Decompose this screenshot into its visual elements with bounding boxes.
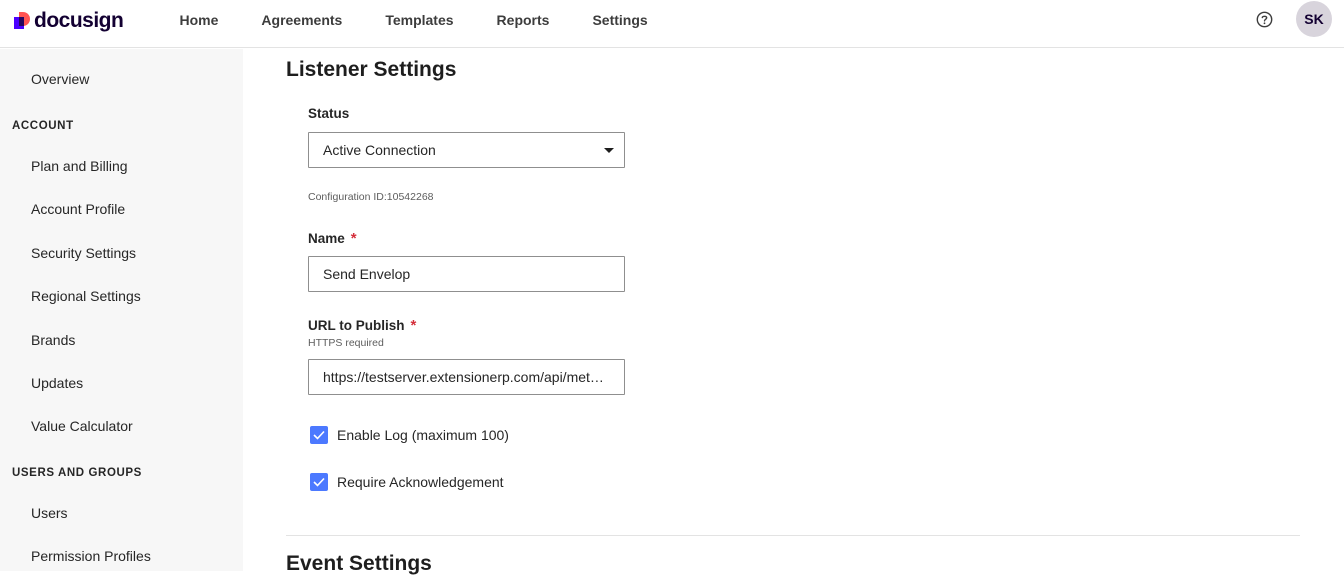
sidebar-heading-account: ACCOUNT: [12, 120, 74, 132]
configuration-id: Configuration ID:10542268: [308, 191, 434, 203]
sidebar-item-overview[interactable]: Overview: [31, 71, 89, 87]
enable-log-label: Enable Log (maximum 100): [337, 427, 509, 443]
top-navigation-bar: docusign Home Agreements Templates Repor…: [0, 0, 1344, 48]
require-ack-checkbox-row[interactable]: Require Acknowledgement: [310, 473, 504, 491]
url-label: URL to Publish *: [308, 317, 417, 334]
status-label: Status: [308, 106, 350, 121]
section-divider: [286, 535, 1300, 536]
status-select-value: Active Connection: [323, 142, 436, 158]
sidebar-item-value-calculator[interactable]: Value Calculator: [31, 418, 133, 434]
required-asterisk: *: [350, 230, 357, 247]
docusign-logo[interactable]: docusign: [14, 9, 124, 33]
nav-home[interactable]: Home: [158, 0, 240, 40]
sidebar-item-plan-and-billing[interactable]: Plan and Billing: [31, 158, 128, 174]
require-acknowledgement-label: Require Acknowledgement: [337, 474, 504, 490]
sidebar-item-brands[interactable]: Brands: [31, 332, 75, 348]
chevron-down-icon: [604, 148, 614, 153]
sidebar-item-account-profile[interactable]: Account Profile: [31, 201, 125, 217]
event-settings-title: Event Settings: [286, 552, 432, 575]
docusign-logo-icon: [14, 12, 32, 30]
sidebar-item-permission-profiles[interactable]: Permission Profiles: [31, 548, 151, 564]
help-circle-icon[interactable]: [1256, 11, 1273, 28]
main-nav: Home Agreements Templates Reports Settin…: [158, 0, 669, 40]
enable-log-checkbox[interactable]: [310, 426, 328, 444]
sidebar-item-security-settings[interactable]: Security Settings: [31, 245, 136, 261]
name-label: Name *: [308, 230, 357, 247]
page-title: Listener Settings: [286, 58, 457, 81]
main-content: Listener Settings Status Active Connecti…: [243, 49, 1344, 575]
sidebar-heading-users-and-groups: USERS AND GROUPS: [12, 467, 142, 479]
url-hint: HTTPS required: [308, 337, 384, 349]
required-asterisk: *: [410, 317, 417, 334]
brand-name: docusign: [34, 9, 124, 32]
settings-sidebar: Overview ACCOUNT Plan and Billing Accoun…: [0, 49, 243, 571]
sidebar-item-updates[interactable]: Updates: [31, 375, 83, 391]
nav-reports[interactable]: Reports: [475, 0, 571, 40]
user-avatar[interactable]: SK: [1296, 1, 1332, 37]
enable-log-checkbox-row[interactable]: Enable Log (maximum 100): [310, 426, 509, 444]
nav-templates[interactable]: Templates: [364, 0, 475, 40]
sidebar-item-regional-settings[interactable]: Regional Settings: [31, 288, 141, 304]
sidebar-item-users[interactable]: Users: [31, 505, 68, 521]
status-select[interactable]: Active Connection: [308, 132, 625, 168]
nav-settings[interactable]: Settings: [571, 0, 669, 40]
require-acknowledgement-checkbox[interactable]: [310, 473, 328, 491]
nav-agreements[interactable]: Agreements: [240, 0, 364, 40]
url-input[interactable]: https://testserver.extensionerp.com/api/…: [308, 359, 625, 395]
name-input[interactable]: Send Envelop: [308, 256, 625, 292]
